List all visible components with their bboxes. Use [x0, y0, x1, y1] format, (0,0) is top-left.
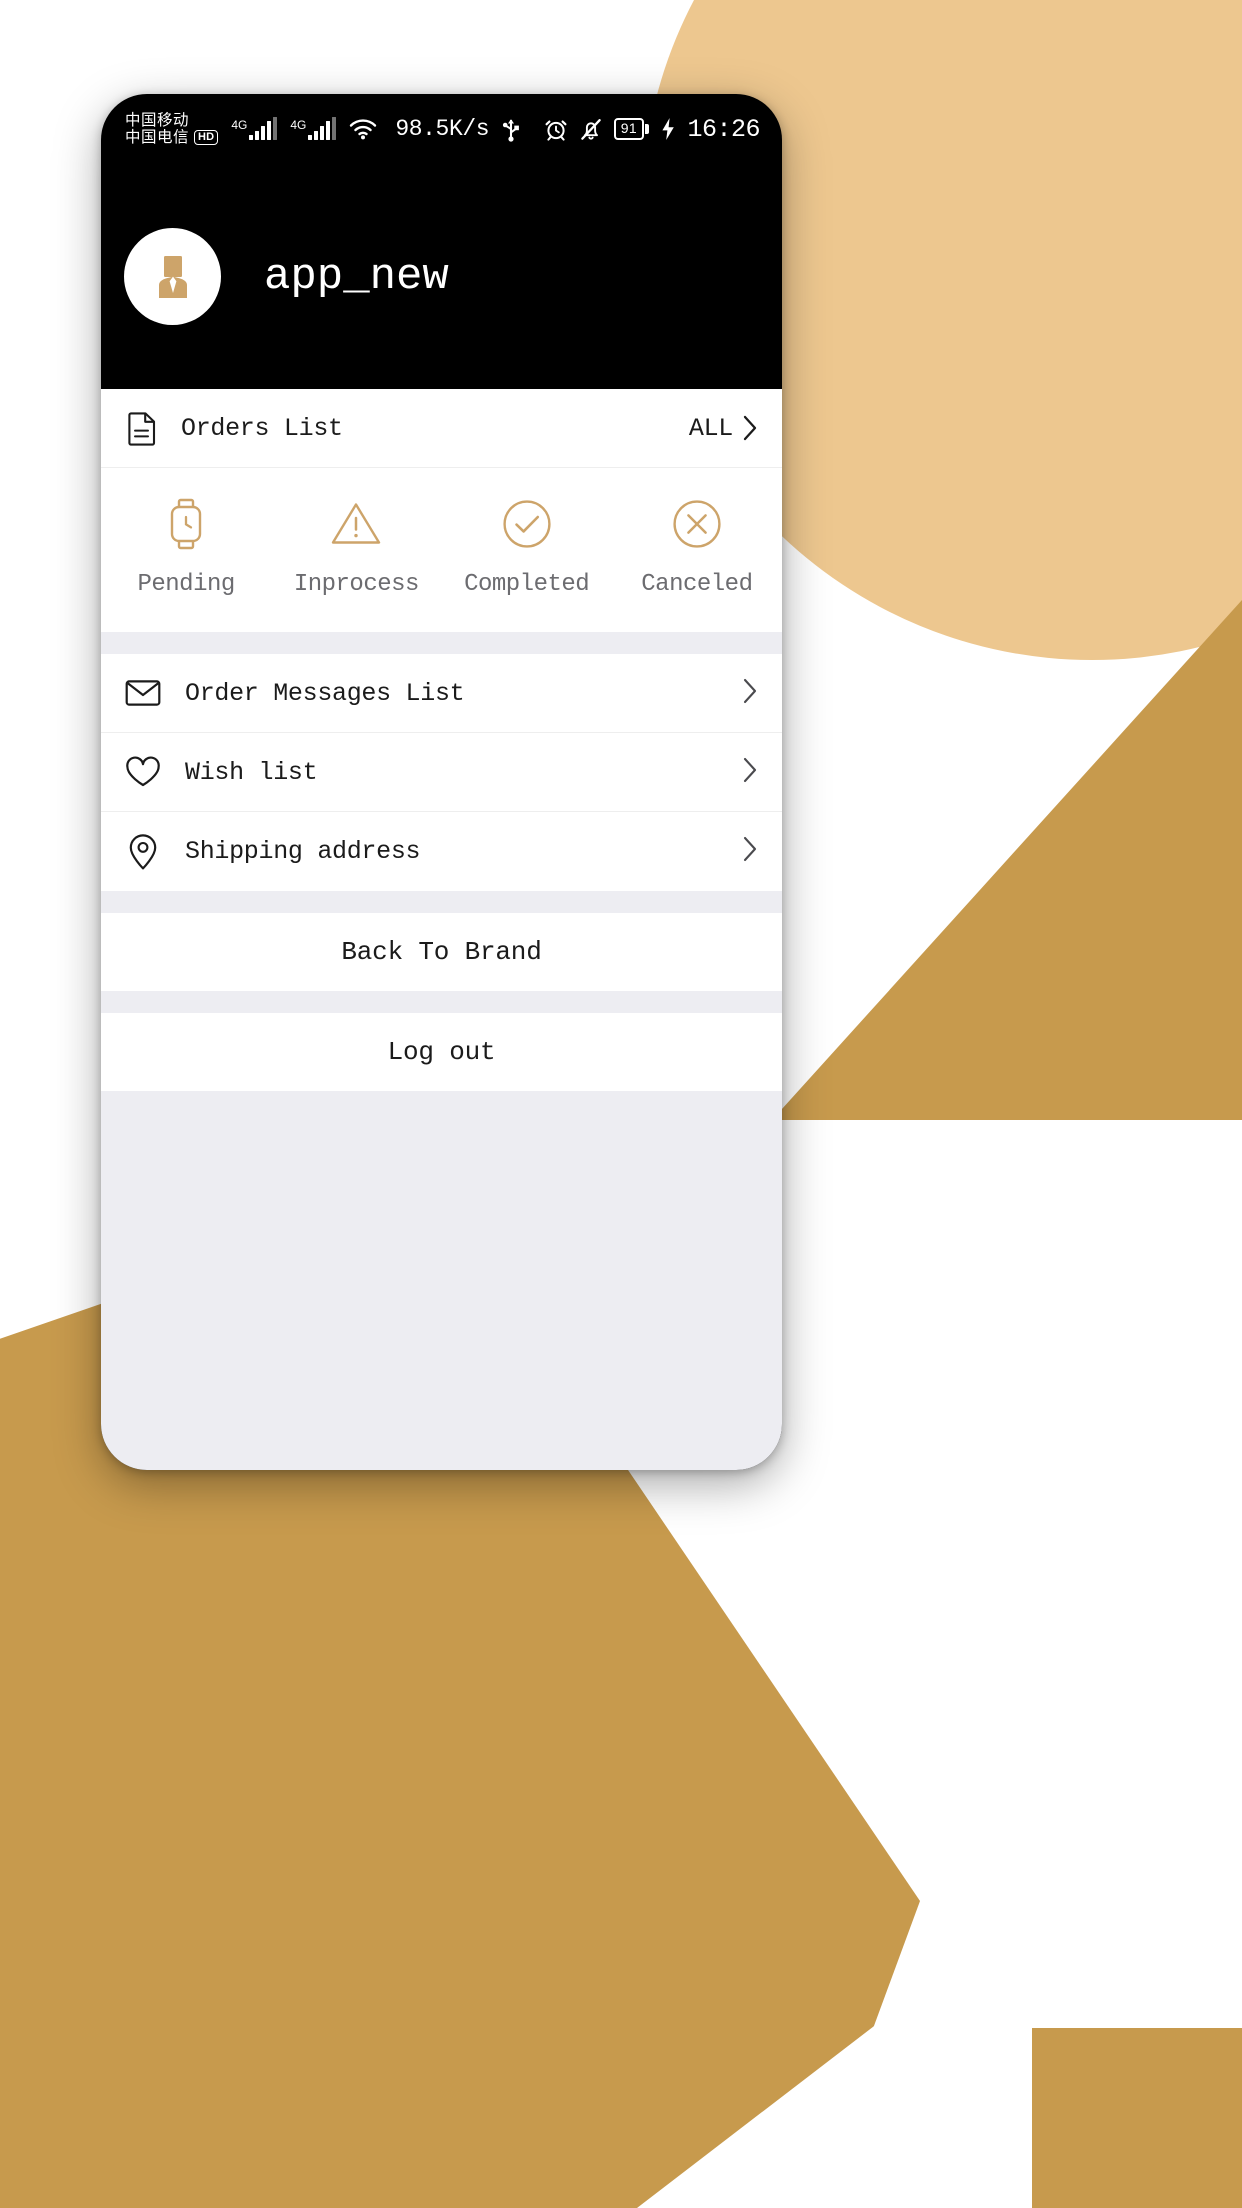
orders-all-label: ALL: [688, 413, 733, 443]
document-icon: [125, 411, 159, 446]
log-out-label: Log out: [387, 1037, 496, 1067]
chevron-right-icon: [742, 835, 758, 868]
order-status-label: Completed: [464, 571, 590, 598]
order-status-label: Inprocess: [293, 571, 420, 598]
status-bar-right: 91 16:26: [544, 115, 760, 144]
lightning-bolt-icon: [660, 117, 676, 141]
orders-card: Orders List ALL Pending Inprocess Comple…: [101, 389, 782, 632]
menu-item-label: Wish list: [185, 757, 318, 787]
user-avatar-icon: [142, 246, 204, 308]
section-divider: [101, 632, 782, 654]
status-bar: 中国移动 中国电信 HD 4G 4G 98.5K/s 91 16:26: [101, 94, 782, 164]
orders-list-header[interactable]: Orders List ALL: [101, 389, 782, 468]
cross-circle-icon: [669, 496, 725, 552]
log-out-button[interactable]: Log out: [101, 1013, 782, 1091]
menu-item-wish-list[interactable]: Wish list: [101, 733, 782, 812]
battery-icon: 91: [613, 118, 650, 140]
menu-item-shipping-address[interactable]: Shipping address: [101, 812, 782, 891]
usb-icon: [501, 116, 521, 142]
content-filler: [101, 1091, 782, 1397]
location-pin-icon: [125, 833, 161, 871]
profile-header: app_new: [101, 164, 782, 389]
chevron-right-icon: [742, 756, 758, 789]
carrier-row-primary: 中国移动: [125, 112, 218, 129]
menu-item-label: Shipping address: [185, 837, 421, 866]
network-gen-label-1: 4G: [231, 118, 248, 132]
chevron-right-icon: [742, 414, 758, 442]
background-shape-bottom-right: [1032, 2028, 1242, 2208]
status-bar-left: 中国移动 中国电信 HD 4G 4G 98.5K/s: [125, 112, 521, 145]
phone-screen: 中国移动 中国电信 HD 4G 4G 98.5K/s 91 16:26 app_…: [101, 94, 782, 1470]
avatar[interactable]: [124, 228, 221, 325]
hd-badge: HD: [194, 129, 219, 146]
signal-group-1: 4G: [231, 117, 278, 140]
order-status-canceled[interactable]: Canceled: [612, 496, 782, 598]
carrier-primary: 中国移动: [125, 111, 190, 130]
heart-icon: [125, 756, 161, 788]
section-divider: [101, 991, 782, 1013]
orders-list-tail[interactable]: ALL: [689, 414, 758, 443]
order-status-inprocess[interactable]: Inprocess: [271, 496, 441, 598]
background-shape-right-band: [772, 600, 1242, 1120]
network-speed: 98.5K/s: [395, 116, 490, 142]
carrier-row-secondary: 中国电信 HD: [125, 128, 219, 146]
signal-bars-icon-1: [249, 117, 278, 140]
back-to-brand-label: Back To Brand: [341, 937, 542, 967]
order-status-label: Canceled: [641, 571, 753, 598]
bell-muted-icon: [579, 117, 603, 141]
status-bar-clock: 16:26: [687, 114, 760, 144]
order-status-label: Pending: [137, 571, 235, 598]
order-status-completed[interactable]: Completed: [442, 496, 612, 598]
watch-timer-icon: [160, 496, 212, 552]
orders-list-label: Orders List: [181, 413, 343, 443]
carrier-secondary: 中国电信: [125, 128, 190, 146]
envelope-icon: [125, 679, 161, 707]
main-content: Orders List ALL Pending Inprocess Comple…: [101, 389, 782, 1470]
signal-bars-icon-2: [308, 117, 337, 140]
battery-tip: [645, 123, 650, 134]
alarm-clock-icon: [544, 117, 568, 141]
check-circle-icon: [499, 496, 555, 552]
section-divider: [101, 891, 782, 913]
battery-level: 91: [613, 118, 644, 140]
signal-group-2: 4G: [290, 117, 337, 140]
page-title: app_new: [264, 251, 449, 302]
network-gen-label-2: 4G: [290, 118, 307, 132]
back-to-brand-button[interactable]: Back To Brand: [101, 913, 782, 991]
carrier-labels: 中国移动 中国电信 HD: [125, 112, 219, 146]
menu-card: Order Messages List Wish list Shipping a…: [101, 654, 782, 891]
warning-triangle-icon: [328, 496, 384, 552]
order-status-pending[interactable]: Pending: [101, 496, 271, 598]
wifi-icon: [349, 118, 377, 140]
chevron-right-icon: [742, 677, 758, 710]
order-status-row: Pending Inprocess Completed Canceled: [101, 468, 782, 632]
menu-item-label: Order Messages List: [185, 678, 465, 708]
menu-item-order-messages[interactable]: Order Messages List: [101, 654, 782, 733]
